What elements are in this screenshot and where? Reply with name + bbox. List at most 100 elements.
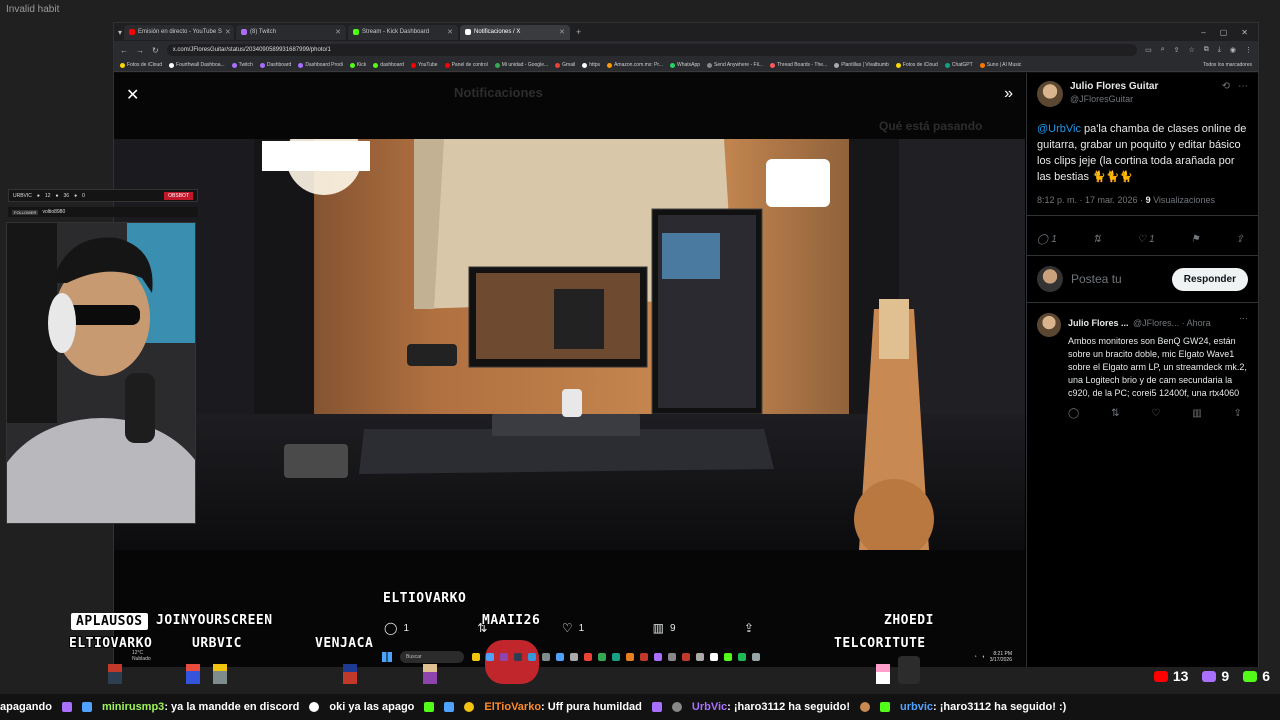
bookmark-item[interactable]: https [582, 62, 600, 68]
bookmark-item[interactable]: Gmail [555, 62, 575, 68]
bookmark-item[interactable]: ChatGPT [944, 62, 973, 68]
windows-start-icon[interactable] [382, 652, 392, 662]
taskbar-app-icon[interactable] [710, 653, 718, 661]
taskbar-app-icon[interactable] [514, 653, 522, 661]
more-icon[interactable]: ⋯ [1238, 81, 1248, 92]
taskbar-app-icon[interactable] [682, 653, 690, 661]
bookmark-item[interactable]: Panel de control [444, 62, 488, 68]
taskbar-app-icon[interactable] [472, 653, 480, 661]
taskbar-app-icon[interactable] [570, 653, 578, 661]
close-window-icon[interactable]: ✕ [1241, 28, 1248, 37]
weather-widget[interactable]: 12°C Nublado [132, 650, 151, 662]
all-bookmarks[interactable]: Todos los marcadores [1203, 62, 1252, 68]
taskbar-app-icon[interactable] [752, 653, 760, 661]
author-handle[interactable]: @JFloresGuitar [1070, 94, 1158, 104]
volume-icon[interactable]: ◖ [982, 654, 985, 660]
cast-icon[interactable]: ▭ [1145, 46, 1152, 54]
reply-button[interactable]: ◯ 1 [1037, 234, 1057, 245]
close-tab-icon[interactable]: ✕ [447, 28, 453, 36]
bookmark-item[interactable]: Mi unidad - Google... [494, 62, 548, 68]
reply-author[interactable]: Julio Flores ... [1068, 318, 1129, 328]
taskbar-clock[interactable]: 8:21 PM 3/17/2026 [990, 651, 1012, 663]
like-action[interactable]: ♡ 1 [562, 621, 584, 635]
maximize-icon[interactable]: ▢ [1220, 28, 1228, 37]
taskbar-search[interactable]: Buscar [400, 651, 464, 663]
heart-icon[interactable]: ♡ [1151, 408, 1160, 419]
grok-icon[interactable]: ⟲ [1222, 81, 1230, 92]
url-field[interactable]: x.com/JFloresGuitar/status/2034090589931… [166, 44, 1138, 56]
more-icon[interactable]: ⋯ [1239, 313, 1248, 324]
taskbar-app-icon[interactable] [542, 653, 550, 661]
taskbar-app-icon[interactable] [696, 653, 704, 661]
star-icon[interactable]: ☆ [1189, 46, 1195, 54]
bookmark-item[interactable]: Suno | AI Music [979, 62, 1021, 68]
bookmark-item[interactable]: WhatsApp [669, 62, 700, 68]
minimize-icon[interactable]: – [1201, 28, 1205, 37]
taskbar-app-icon[interactable] [626, 653, 634, 661]
taskbar-app-icon[interactable] [528, 653, 536, 661]
taskbar-app-icon[interactable] [612, 653, 620, 661]
avatar[interactable] [1037, 81, 1063, 107]
reply-action[interactable]: ◯ 1 [384, 621, 409, 635]
setup-photo[interactable] [114, 139, 1025, 550]
author-name[interactable]: Julio Flores Guitar [1070, 81, 1158, 92]
profile-icon[interactable]: ◉ [1230, 46, 1236, 54]
reply-icon[interactable]: ◯ [1068, 408, 1079, 419]
bookmark-item[interactable]: Plantillas | Vivatbumb [834, 62, 889, 68]
taskbar-app-icon[interactable] [584, 653, 592, 661]
close-icon[interactable]: ✕ [126, 85, 139, 105]
collapse-panel-icon[interactable]: » [1004, 85, 1013, 103]
taskbar-app-icon[interactable] [640, 653, 648, 661]
new-tab-icon[interactable]: + [572, 27, 585, 37]
mention-link[interactable]: @UrbVic [1037, 123, 1081, 135]
wifi-icon[interactable]: ◔ [974, 654, 977, 660]
taskbar-app-icon[interactable] [654, 653, 662, 661]
close-tab-icon[interactable]: ✕ [335, 28, 341, 36]
bookmark-item[interactable]: Amazon.com.mx: Pr... [607, 62, 663, 68]
repost-button[interactable]: ⇅ [1093, 234, 1101, 245]
bookmark-item[interactable]: Fourthwall Dashboa... [169, 62, 225, 68]
forward-icon[interactable]: → [136, 46, 144, 55]
bookmark-item[interactable]: Thread Boards - The... [769, 62, 827, 68]
bookmark-item[interactable]: Fotos de iCloud [120, 62, 162, 68]
bar-chart-icon[interactable]: ▥ [1192, 408, 1201, 419]
taskbar-app-icon[interactable] [668, 653, 676, 661]
taskbar-app-icon[interactable] [738, 653, 746, 661]
share-icon[interactable]: ⇪ [1234, 408, 1242, 419]
bookmark-item[interactable]: Fotos de iCloud [895, 62, 938, 68]
bookmark-item[interactable]: Send Anywhere - Fil... [707, 62, 763, 68]
bookmark-item[interactable]: Dashboard Prodi [298, 62, 343, 68]
reply-input[interactable]: Postea tu [1071, 272, 1164, 286]
menu-icon[interactable]: ⋮ [1245, 46, 1252, 54]
like-button[interactable]: ♡ 1 [1137, 234, 1155, 245]
download-icon[interactable]: ⤓ [1218, 46, 1221, 54]
back-icon[interactable]: ← [120, 46, 128, 55]
share-icon[interactable]: ⇪ [1174, 46, 1180, 54]
reply-item[interactable]: Julio Flores ... @JFlores... · Ahora ⋯ Am… [1037, 313, 1248, 419]
taskbar-app-icon[interactable] [500, 653, 508, 661]
bookmark-item[interactable]: Dashboard [259, 62, 291, 68]
bookmark-item[interactable]: Twitch [231, 62, 253, 68]
tab-kick[interactable]: Stream - Kick Dashboard ✕ [348, 24, 459, 40]
tab-twitch[interactable]: (8) Twitch ✕ [236, 24, 347, 40]
reply-avatar[interactable] [1037, 313, 1061, 337]
reload-icon[interactable]: ↻ [152, 46, 159, 55]
share-action[interactable]: ⇪ [744, 621, 754, 635]
close-tab-icon[interactable]: ✕ [225, 28, 231, 36]
zoom-icon[interactable]: ⌕ [1161, 46, 1165, 54]
taskbar-app-icon[interactable] [556, 653, 564, 661]
tab-x-notifications[interactable]: Notificaciones / X ✕ [460, 24, 571, 40]
bookmark-item[interactable]: YouTube [410, 62, 438, 68]
share-button[interactable]: ⇪ [1236, 234, 1244, 245]
taskbar-app-icon[interactable] [724, 653, 732, 661]
bookmark-item[interactable]: Kick [349, 62, 366, 68]
tab-list-icon[interactable]: ▾ [118, 28, 122, 37]
extensions-icon[interactable]: ⧉ [1204, 46, 1209, 54]
tab-youtube[interactable]: Emisión en directo - YouTube S ✕ [124, 24, 235, 40]
reply-submit-button[interactable]: Responder [1171, 267, 1248, 291]
bookmark-item[interactable]: dashboard [373, 62, 404, 68]
taskbar-app-icon[interactable] [598, 653, 606, 661]
repost-icon[interactable]: ⇅ [1111, 408, 1119, 419]
taskbar-app-icon[interactable] [486, 653, 494, 661]
views-action[interactable]: ▥ 9 [653, 621, 676, 635]
